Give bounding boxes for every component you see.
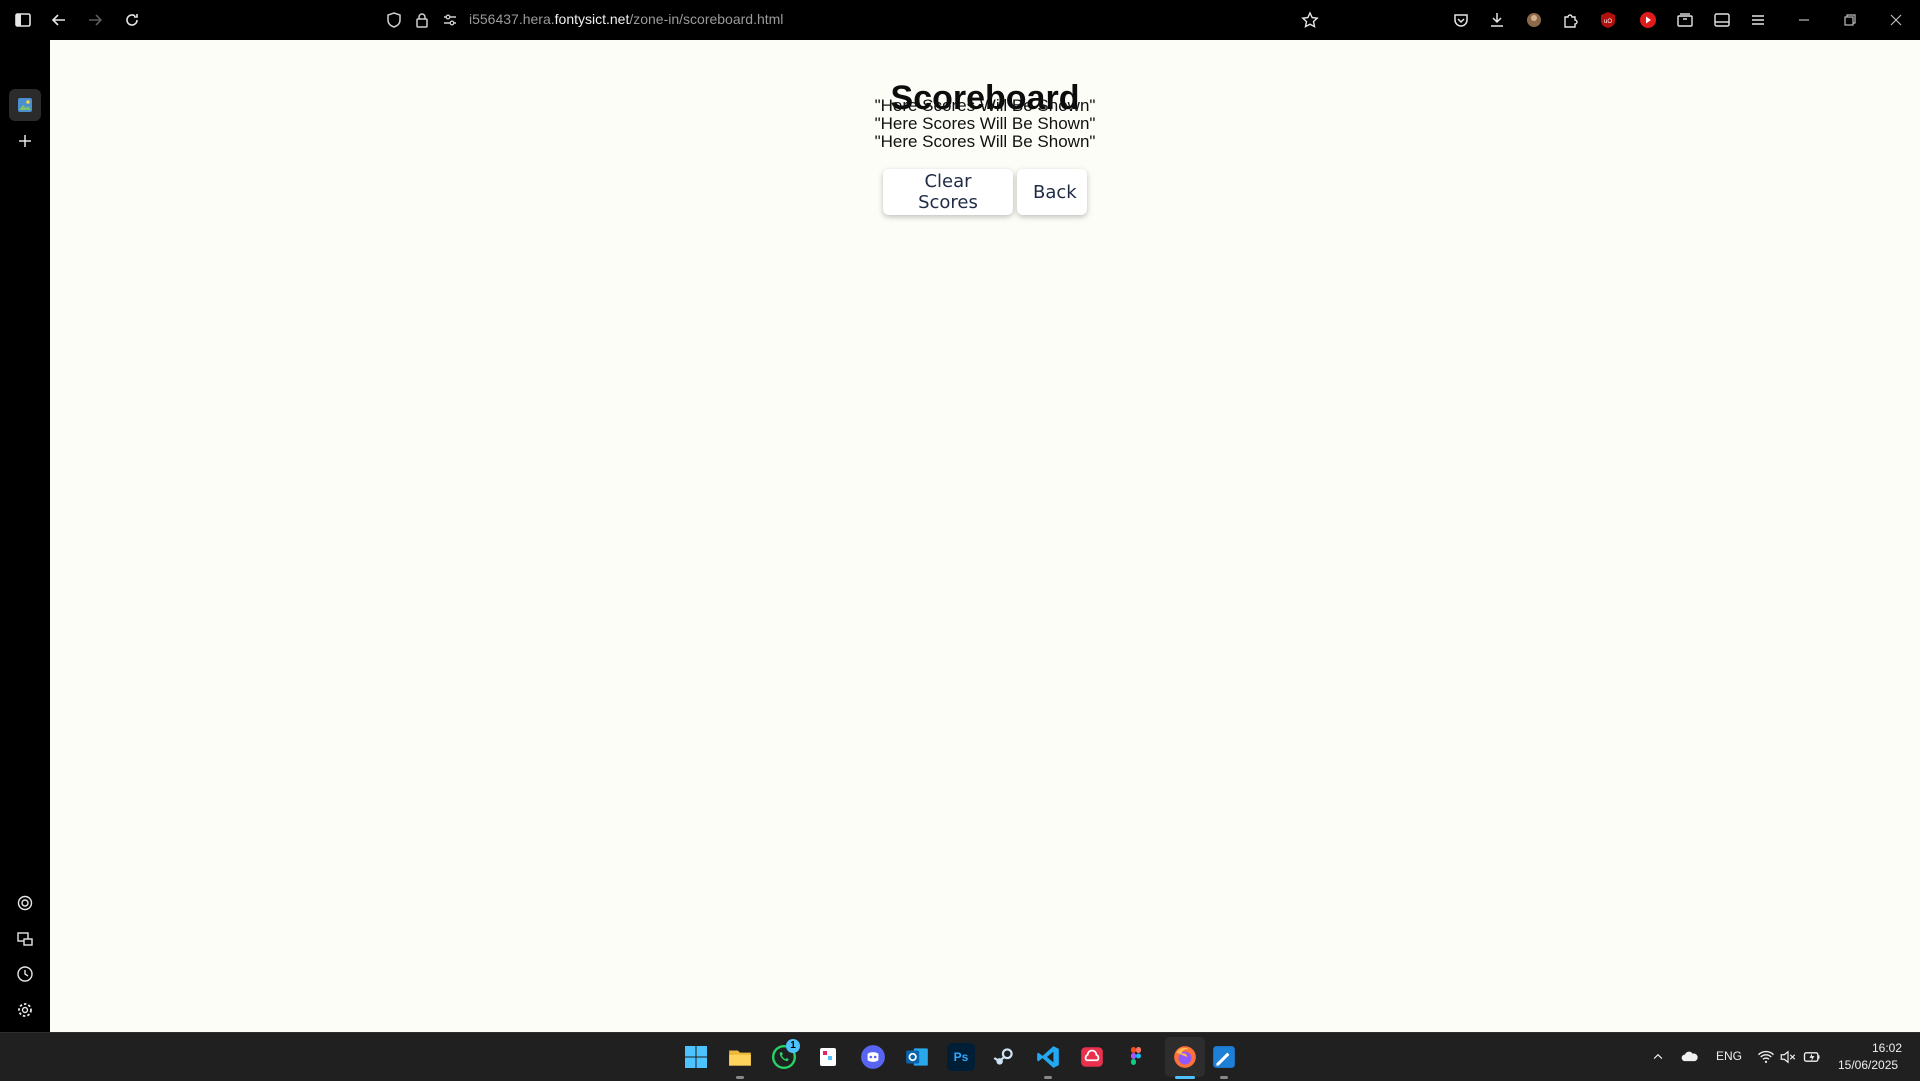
onedrive-cloud-icon[interactable]	[1676, 1043, 1704, 1071]
browser-sidebar	[0, 40, 50, 1032]
clear-scores-button[interactable]: Clear Scores	[883, 169, 1013, 215]
site-permissions-icon[interactable]	[438, 8, 462, 32]
back-button[interactable]: Back	[1017, 169, 1087, 215]
url-prefix: i556437.hera.	[469, 11, 555, 27]
creative-cloud-icon[interactable]	[1078, 1043, 1106, 1071]
history-clock-icon[interactable]	[13, 962, 37, 986]
back-arrow-icon[interactable]	[47, 8, 71, 32]
clock-time[interactable]: 16:02	[1872, 1041, 1902, 1055]
running-indicator	[1044, 1076, 1052, 1079]
photoshop-icon[interactable]: Ps	[947, 1043, 975, 1071]
download-icon[interactable]	[1485, 8, 1509, 32]
vscode-icon[interactable]	[1034, 1043, 1062, 1071]
score-line: "Here Scores Will Be Shown"	[874, 114, 1096, 133]
score-list: "Here Scores Will Be Shown" "Here Scores…	[50, 97, 1920, 151]
whatsapp-notification-badge: 1	[786, 1039, 800, 1053]
button-row: Clear Scores Back	[50, 169, 1920, 215]
chatbot-icon[interactable]	[13, 891, 37, 915]
extensions-puzzle-icon[interactable]	[1558, 8, 1582, 32]
svg-text:uO: uO	[1604, 19, 1612, 25]
steam-icon[interactable]	[990, 1043, 1018, 1071]
container-tabs-icon[interactable]	[1673, 8, 1697, 32]
file-explorer-icon[interactable]	[726, 1043, 754, 1071]
battery-charging-icon[interactable]	[1798, 1043, 1826, 1071]
new-tab-plus-icon[interactable]	[13, 129, 37, 153]
settings-gear-icon[interactable]	[13, 998, 37, 1022]
shield-icon[interactable]	[382, 8, 406, 32]
snipping-tool-icon[interactable]	[815, 1043, 843, 1071]
restore-window-icon[interactable]	[1838, 8, 1862, 32]
running-indicator	[736, 1076, 744, 1079]
outlook-icon[interactable]	[903, 1043, 931, 1071]
youtube-extension-icon[interactable]	[1636, 8, 1660, 32]
lock-icon[interactable]	[410, 8, 434, 32]
tab-favicon-icon[interactable]	[13, 93, 37, 117]
score-line: "Here Scores Will Be Shown"	[874, 132, 1096, 151]
account-avatar-icon[interactable]	[1522, 8, 1546, 32]
running-indicator	[1220, 1076, 1228, 1079]
taskbar: 1 Ps ENG 16:02 15/06/2025	[0, 1032, 1920, 1081]
reload-icon[interactable]	[120, 8, 144, 32]
figma-icon[interactable]	[1122, 1043, 1150, 1071]
pocket-icon[interactable]	[1449, 8, 1473, 32]
discord-icon[interactable]	[859, 1043, 887, 1071]
windows-start-icon[interactable]	[682, 1043, 710, 1071]
url-bar[interactable]: i556437.hera.fontysict.net/zone-in/score…	[469, 11, 783, 27]
synced-tabs-icon[interactable]	[13, 927, 37, 951]
clock-date[interactable]: 15/06/2025	[1838, 1058, 1898, 1072]
app-menu-icon[interactable]	[1746, 8, 1770, 32]
firefox-icon[interactable]	[1171, 1043, 1199, 1071]
score-line: "Here Scores Will Be Shown"	[874, 96, 1096, 115]
paint-app-icon[interactable]	[1210, 1043, 1238, 1071]
reader-view-icon[interactable]	[1710, 8, 1734, 32]
forward-arrow-icon[interactable]	[83, 8, 107, 32]
minimize-icon[interactable]	[1792, 8, 1816, 32]
bookmark-star-icon[interactable]	[1298, 8, 1322, 32]
url-host: fontysict.net	[554, 11, 630, 27]
language-indicator[interactable]: ENG	[1716, 1049, 1742, 1063]
chevron-up-icon[interactable]	[1644, 1043, 1672, 1071]
close-window-icon[interactable]	[1884, 8, 1908, 32]
browser-toolbar: i556437.hera.fontysict.net/zone-in/score…	[0, 0, 1920, 40]
sidebar-toggle-icon[interactable]	[11, 8, 35, 32]
active-app-indicator	[1175, 1076, 1195, 1079]
web-page: Scoreboard "Here Scores Will Be Shown" "…	[50, 40, 1920, 1032]
url-path: /zone-in/scoreboard.html	[629, 11, 784, 27]
ublock-icon[interactable]: uO	[1596, 8, 1620, 32]
